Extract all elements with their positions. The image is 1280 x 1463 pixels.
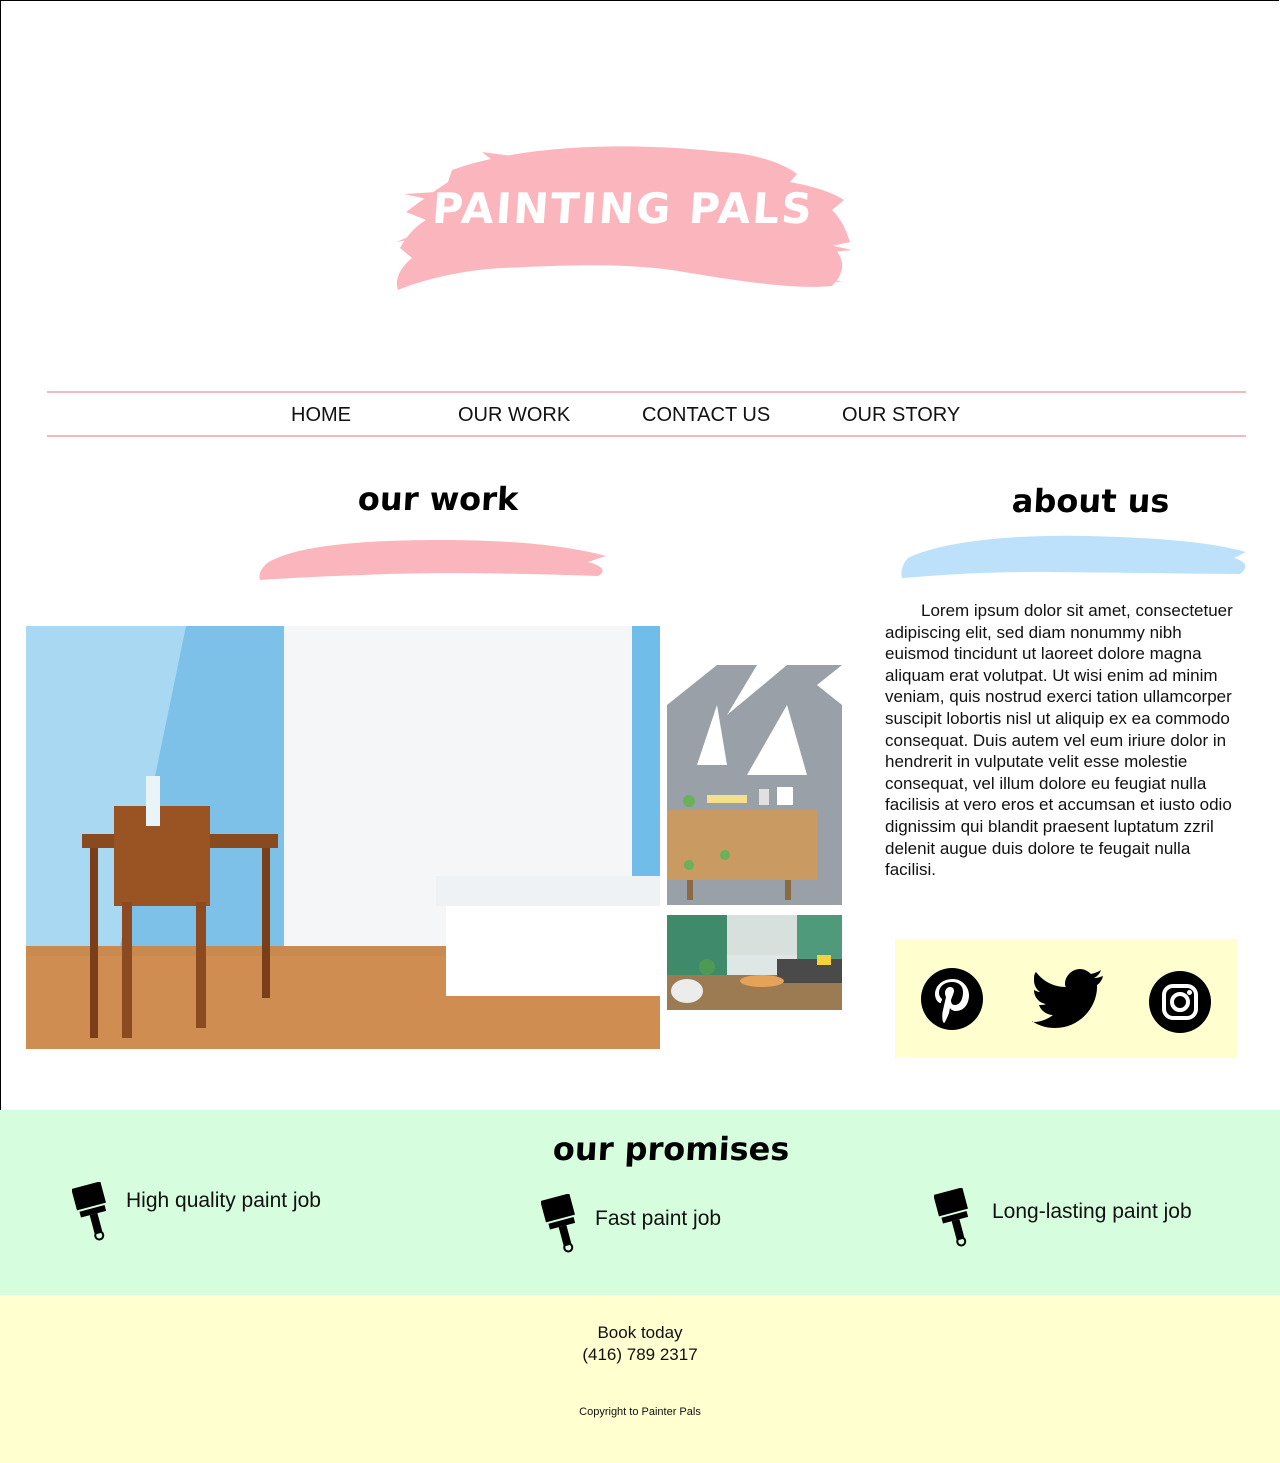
nav-home[interactable]: HOME — [291, 404, 351, 427]
about-us-brush-stroke — [901, 535, 1246, 578]
social-links-panel — [895, 939, 1237, 1058]
work-photo-bedroom — [26, 626, 660, 1049]
logo-text: PAINTING PALS — [430, 184, 816, 233]
work-photo-living-room — [667, 915, 842, 1010]
footer-phone[interactable]: (416) 789 2317 — [0, 1345, 1280, 1365]
twitter-icon[interactable] — [1032, 969, 1104, 1033]
footer-copyright: Copyright to Painter Pals — [579, 1406, 701, 1418]
logo[interactable]: PAINTING PALS — [392, 130, 854, 300]
nav-contact-us[interactable]: CONTACT US — [642, 404, 770, 427]
nav-our-work[interactable]: OUR WORK — [458, 404, 570, 427]
promise-item-quality: High quality paint job — [72, 1182, 321, 1242]
about-us-title: about us — [1011, 482, 1171, 520]
work-photo-geometric-wall — [667, 665, 842, 905]
our-work-title: our work — [357, 480, 520, 518]
paintbrush-icon — [934, 1188, 969, 1247]
pinterest-icon[interactable] — [920, 967, 984, 1035]
footer-cta: Book today — [597, 1323, 683, 1342]
promise-label-fast: Fast paint job — [595, 1207, 722, 1230]
about-us-text: Lorem ipsum dolor sit amet, consectetuer… — [885, 601, 1233, 880]
promise-item-long-lasting: Long-lasting paint job — [934, 1188, 1192, 1248]
promises-section: our promises High quality paint job Fast… — [0, 1110, 1280, 1295]
our-work-brush-stroke — [259, 540, 606, 580]
nav-divider-bottom — [47, 435, 1246, 437]
promise-item-fast: Fast paint job — [541, 1194, 721, 1254]
footer: Book today (416) 789 2317 Copyright to P… — [0, 1295, 1280, 1463]
instagram-icon[interactable] — [1148, 970, 1212, 1038]
nav-our-story[interactable]: OUR STORY — [842, 404, 960, 427]
promise-label-quality: High quality paint job — [126, 1189, 321, 1212]
promise-label-long-lasting: Long-lasting paint job — [992, 1200, 1192, 1223]
nav-divider-top — [47, 391, 1246, 393]
promises-title: our promises — [552, 1130, 791, 1168]
paintbrush-icon — [72, 1182, 107, 1241]
paintbrush-icon — [541, 1194, 576, 1253]
